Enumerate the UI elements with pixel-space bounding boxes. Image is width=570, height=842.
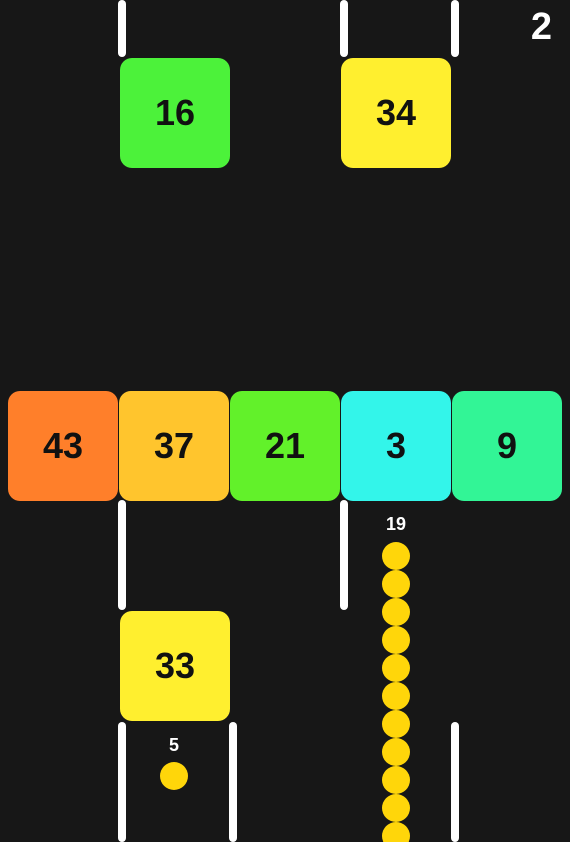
wall-top-3 [451,0,459,57]
block-row-5: 9 [452,391,562,501]
pickup-ball [160,762,188,790]
block-top-left-value: 16 [154,92,196,133]
wall-top-1 [118,0,126,57]
wall-top-2 [340,0,348,57]
block-top-right-value: 34 [375,92,417,133]
block-bottom-value: 33 [154,645,196,686]
block-row-1-value: 43 [42,425,84,466]
block-row-5-value: 9 [496,425,518,466]
block-row-3: 21 [230,391,340,501]
block-top-left: 16 [120,58,230,168]
snake-length-label: 19 [385,514,407,534]
block-row-1: 43 [8,391,118,501]
wall-bottom-1 [118,722,126,842]
snake-segment [382,682,410,710]
snake-segment [382,738,410,766]
snake-segment [382,822,410,842]
block-top-right: 34 [341,58,451,168]
snake-segment [382,794,410,822]
wall-mid-2 [340,500,348,610]
snake-body [382,542,410,842]
snake-segment [382,570,410,598]
wall-mid-1 [118,500,126,610]
block-row-2: 37 [119,391,229,501]
block-row-4-value: 3 [385,425,407,466]
snake-segment [382,654,410,682]
wall-bottom-2 [229,722,237,842]
game-board[interactable]: 2 16 34 43 37 21 3 9 33 5 19 [0,0,570,842]
block-row-2-value: 37 [153,425,195,466]
pickup-count: 5 [168,735,179,755]
snake-segment [382,542,410,570]
snake-segment [382,598,410,626]
score-label: 2 [530,6,552,48]
snake-segment [382,710,410,738]
snake-segment [382,626,410,654]
block-row-4: 3 [341,391,451,501]
block-row-3-value: 21 [264,425,306,466]
block-bottom: 33 [120,611,230,721]
wall-bottom-3 [451,722,459,842]
snake-segment [382,766,410,794]
